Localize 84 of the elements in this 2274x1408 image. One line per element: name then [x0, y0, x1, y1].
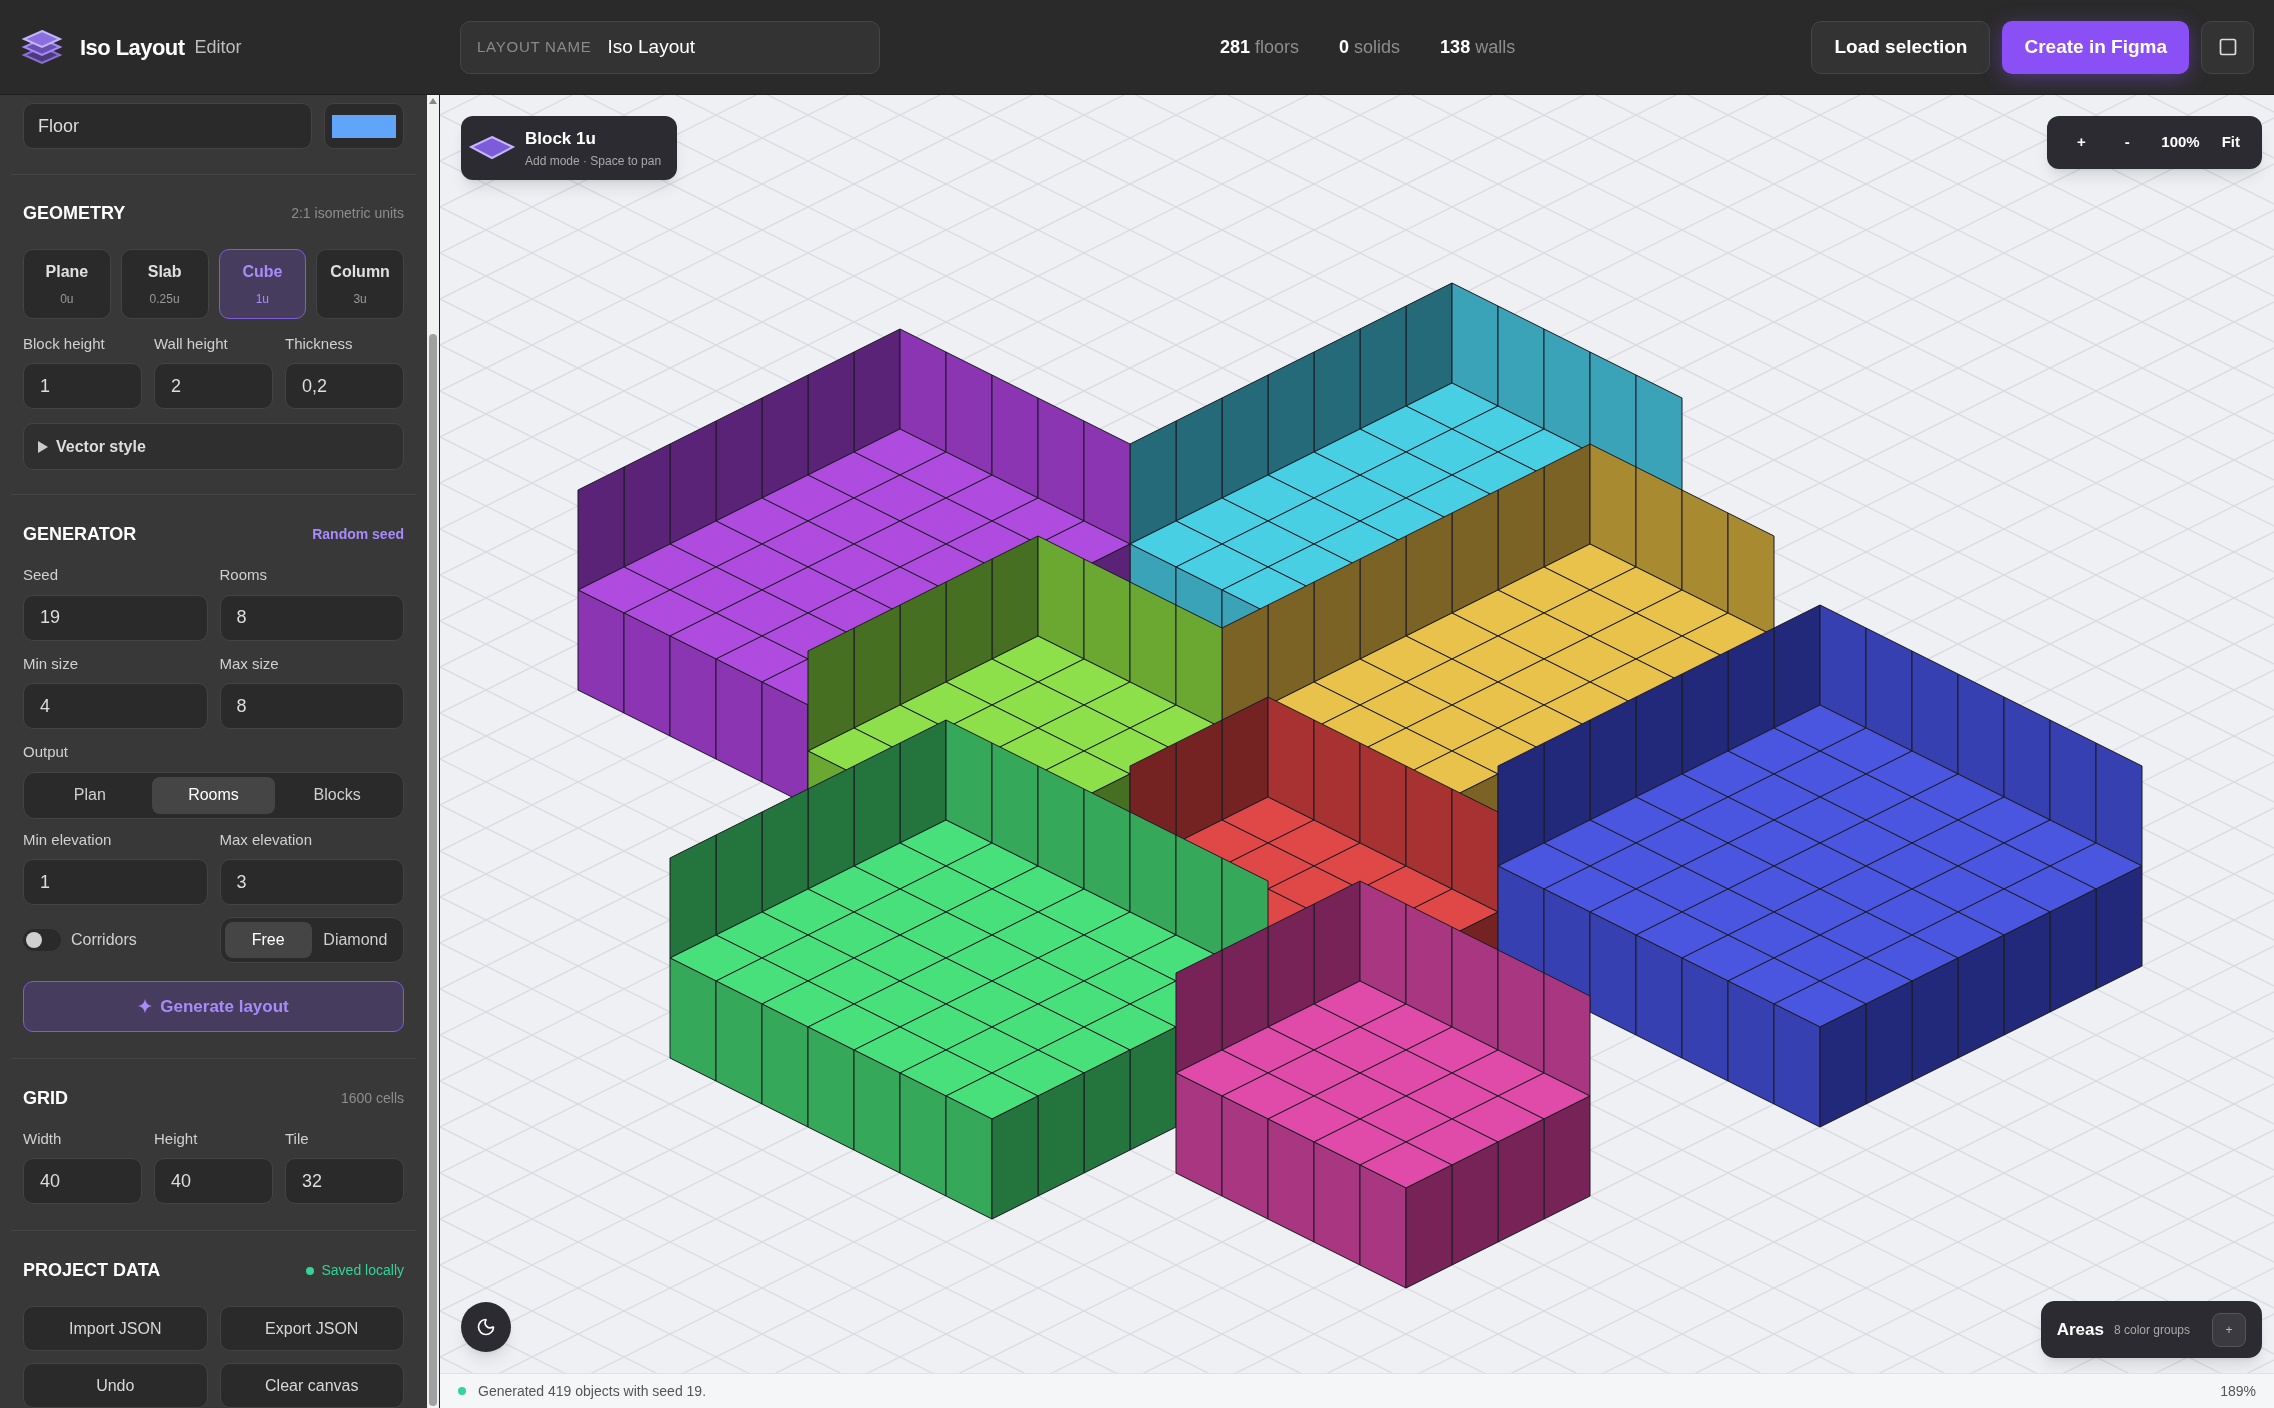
areas-note: 8 color groups — [2113, 1321, 2190, 1339]
section-title: PROJECT DATA — [23, 1259, 161, 1282]
corridors-toggle[interactable] — [23, 929, 61, 951]
stat-label: solids — [1354, 35, 1401, 59]
input-field[interactable]: 0,2 — [285, 363, 404, 410]
field-label: Tile — [285, 1128, 310, 1149]
section-note: Saved locally — [321, 1261, 404, 1280]
block-type-button[interactable]: Column 3u — [316, 248, 404, 319]
project-action-button[interactable]: Import JSON — [23, 1306, 208, 1351]
segment-option[interactable]: Diamond — [311, 922, 399, 958]
app-subtitle: Editor — [194, 35, 242, 59]
section-title: GRID — [23, 1086, 68, 1110]
moon-icon — [476, 1317, 496, 1337]
input-field[interactable]: 40 — [154, 1158, 273, 1205]
section-title: GENERATOR — [23, 523, 137, 547]
stat-value: 0 — [1339, 35, 1350, 59]
sparkle-icon — [138, 999, 153, 1014]
field-label: Max elevation — [219, 829, 314, 850]
block-type-button[interactable]: Slab 0.25u — [120, 248, 209, 319]
block-type-button[interactable]: Cube 1u — [218, 248, 307, 319]
input-field[interactable]: 2 — [154, 363, 273, 410]
section-note: 1600 cells — [340, 1088, 404, 1108]
random-seed-link[interactable]: Random seed — [312, 524, 404, 546]
stat-label: walls — [1475, 35, 1516, 59]
section-title: GEOMETRY — [23, 201, 126, 225]
field-value: Iso Layout — [607, 34, 696, 59]
input-field[interactable]: 32 — [285, 1158, 404, 1205]
fit-button[interactable]: Fit — [2213, 131, 2248, 154]
field-label: Max size — [219, 653, 280, 674]
theme-toggle-button[interactable] — [461, 1302, 511, 1352]
add-area-button[interactable]: + — [2212, 1312, 2246, 1347]
zoom-in-button[interactable]: + — [2061, 131, 2102, 154]
field-label: LAYOUT NAME — [477, 36, 592, 57]
color-picker[interactable] — [324, 103, 404, 149]
stat-value: 138 — [1440, 35, 1471, 59]
status-message: Generated 419 objects with seed 19. — [478, 1381, 707, 1401]
block-type-button[interactable]: Plane 0u — [23, 248, 111, 319]
stat-value: 281 — [1220, 35, 1251, 59]
vector-style-disclosure[interactable]: Vector style — [23, 423, 404, 471]
field-label: Height — [154, 1128, 199, 1149]
field-label: Seed — [23, 565, 60, 586]
field-label: Width — [23, 1128, 63, 1149]
tool-title: Block 1u — [525, 128, 597, 151]
input-field[interactable]: 8 — [219, 594, 404, 641]
zoom-out-button[interactable]: - — [2107, 131, 2148, 154]
project-action-button[interactable]: Clear canvas — [219, 1363, 404, 1408]
panel-toggle-button[interactable] — [2201, 20, 2254, 74]
zoom-level: 100% — [2160, 132, 2201, 153]
create-button[interactable]: Create in Figma — [2002, 20, 2189, 74]
field-label: Min elevation — [23, 829, 113, 850]
disclosure-triangle-icon — [38, 440, 48, 453]
input-field[interactable]: 3 — [219, 859, 404, 905]
status-zoom: 189% — [2220, 1381, 2256, 1401]
load-selection-button[interactable]: Load selection — [1811, 20, 1991, 74]
input-field[interactable]: 19 — [23, 594, 208, 641]
scroll-up-arrow-icon[interactable] — [429, 98, 437, 104]
project-action-button[interactable]: Export JSON — [219, 1306, 404, 1351]
input-field[interactable]: 4 — [23, 683, 208, 730]
field-label: Output — [23, 742, 70, 763]
project-action-button[interactable]: Undo — [23, 1363, 208, 1408]
segment-option[interactable]: Plan — [28, 776, 152, 814]
field-label: Block height — [23, 333, 106, 354]
areas-title: Areas — [2056, 1318, 2104, 1341]
generate-layout-button[interactable]: Generate layout — [23, 981, 404, 1032]
tool-hint: Add mode · Space to pan — [525, 152, 662, 170]
material-name-field[interactable]: Floor — [23, 103, 312, 149]
field-label: Wall height — [154, 333, 229, 354]
segment-option[interactable]: Rooms — [151, 776, 276, 814]
tile-icon — [469, 135, 515, 161]
segment-option[interactable]: Free — [224, 922, 312, 958]
app-title: Iso Layout — [80, 33, 185, 62]
input-field[interactable]: 8 — [219, 683, 404, 730]
stat-label: floors — [1255, 35, 1300, 59]
input-field[interactable]: 1 — [23, 363, 142, 410]
square-icon — [2217, 37, 2238, 57]
field-label: Rooms — [219, 565, 268, 586]
segment-option[interactable]: Blocks — [275, 776, 399, 814]
input-field[interactable]: 40 — [23, 1158, 142, 1205]
toggle-label: Corridors — [71, 930, 137, 950]
input-field[interactable]: 1 — [23, 859, 208, 905]
field-label: Min size — [23, 653, 79, 674]
section-note: 2:1 isometric units — [291, 203, 404, 223]
field-label: Thickness — [285, 333, 354, 354]
layout-name-field[interactable]: LAYOUT NAME Iso Layout — [460, 20, 880, 74]
